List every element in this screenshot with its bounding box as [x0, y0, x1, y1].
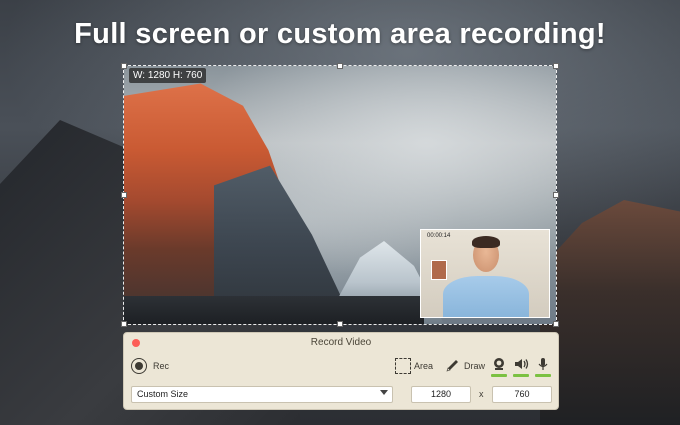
headline: Full screen or custom area recording! [0, 18, 680, 51]
speaker-enabled-indicator [513, 374, 529, 377]
resize-handle-bottom-left[interactable] [121, 321, 127, 327]
pencil-icon[interactable] [445, 359, 461, 373]
record-icon[interactable] [131, 358, 147, 374]
resize-handle-right[interactable] [553, 192, 559, 198]
webcam-enabled-indicator [491, 374, 507, 377]
microphone-toggle[interactable] [535, 357, 551, 371]
area-icon[interactable] [395, 358, 411, 374]
panel-titlebar[interactable]: Record Video [124, 333, 558, 353]
draw-label[interactable]: Draw [464, 361, 485, 371]
webcam-timestamp: 00:00:14 [427, 233, 450, 239]
webcam-overlay[interactable]: 00:00:14 [420, 229, 550, 318]
panel-title: Record Video [124, 337, 558, 348]
dimension-separator: x [479, 389, 484, 399]
speaker-icon [514, 357, 529, 371]
webcam-toggle[interactable] [491, 357, 507, 371]
person-shirt [443, 276, 529, 318]
microphone-enabled-indicator [535, 374, 551, 377]
resize-handle-top[interactable] [337, 63, 343, 69]
person-hair [472, 236, 500, 248]
resize-handle-left[interactable] [121, 192, 127, 198]
area-label[interactable]: Area [414, 361, 433, 371]
chevron-down-icon [380, 390, 388, 395]
resize-handle-top-left[interactable] [121, 63, 127, 69]
height-field[interactable]: 760 [492, 386, 552, 403]
width-field[interactable]: 1280 [411, 386, 471, 403]
size-preset-value: Custom Size [137, 389, 188, 399]
speaker-toggle[interactable] [513, 357, 529, 371]
rec-label[interactable]: Rec [153, 361, 169, 371]
microphone-icon [537, 357, 549, 371]
resize-handle-bottom-right[interactable] [553, 321, 559, 327]
size-preset-select[interactable]: Custom Size [131, 386, 393, 403]
resize-handle-bottom[interactable] [337, 321, 343, 327]
webcam-icon [492, 357, 506, 371]
wall-picture [431, 260, 447, 280]
dimension-badge: W: 1280 H: 760 [129, 68, 206, 83]
resize-handle-top-right[interactable] [553, 63, 559, 69]
record-video-panel: Record Video Rec Area Draw Cust [123, 332, 559, 410]
